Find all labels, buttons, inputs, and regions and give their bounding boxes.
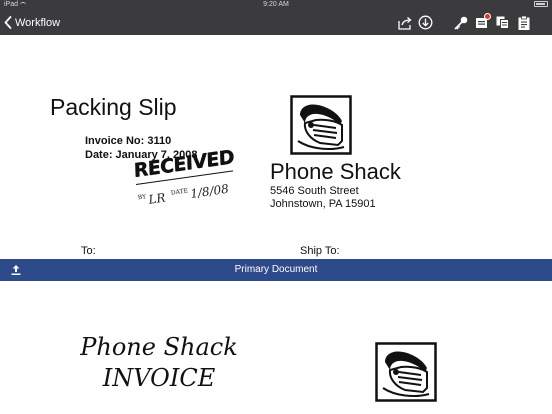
phone-logo-icon — [290, 95, 352, 155]
invoice-title: INVOICE — [102, 364, 216, 392]
company-name: Phone Shack — [270, 159, 401, 184]
invoice-number: Invoice No: 3110 — [85, 135, 172, 147]
stamp-by-label: BY — [137, 193, 147, 202]
status-time: 9:20 AM — [263, 1, 289, 8]
address-line2: Johnstown, PA 15901 — [270, 198, 376, 210]
ship-to-label: Ship To: — [300, 245, 340, 257]
stamp-signature-row: BYLR DATE1/8/08 — [137, 182, 229, 209]
received-stamp: RECEIVED BYLR DATE1/8/08 — [133, 146, 235, 207]
nav-actions — [392, 13, 532, 32]
copy-icon[interactable] — [494, 14, 511, 31]
screen: iPad 9:20 AM Workflow Packing Slip Invoi… — [0, 0, 552, 414]
stamp-date-label: DATE — [170, 187, 189, 197]
to-label: To: — [81, 245, 96, 257]
packing-slip-page[interactable]: Packing Slip Invoice No: 3110 Date: Janu… — [0, 35, 552, 259]
download-icon[interactable] — [417, 14, 434, 31]
stamp-date: 1/8/08 — [189, 181, 230, 201]
company-address: 5546 South Street Johnstown, PA 15901 — [270, 185, 376, 211]
back-label: Workflow — [15, 16, 61, 29]
chevron-left-icon — [4, 16, 12, 29]
section-title: Primary Document — [234, 264, 318, 275]
invoice-company-name: Phone Shack — [80, 333, 238, 361]
stamp-signature: LR — [147, 190, 167, 207]
phone-logo-icon — [375, 342, 437, 402]
battery-icon — [534, 1, 548, 8]
notification-badge — [484, 13, 491, 20]
back-button[interactable]: Workflow — [4, 14, 60, 31]
clipboard-icon[interactable] — [515, 14, 532, 31]
status-bar: iPad 9:20 AM — [0, 0, 552, 10]
invoice-page[interactable]: Phone Shack INVOICE — [0, 281, 552, 414]
address-line1: 5546 South Street — [270, 185, 359, 197]
key-icon[interactable] — [452, 14, 469, 31]
stamp-icon[interactable] — [473, 13, 491, 31]
nav-bar: Workflow — [0, 10, 552, 35]
primary-document-bar: Primary Document — [0, 259, 552, 281]
slip-title: Packing Slip — [50, 94, 177, 120]
status-right — [532, 0, 548, 10]
share-icon[interactable] — [396, 14, 413, 31]
